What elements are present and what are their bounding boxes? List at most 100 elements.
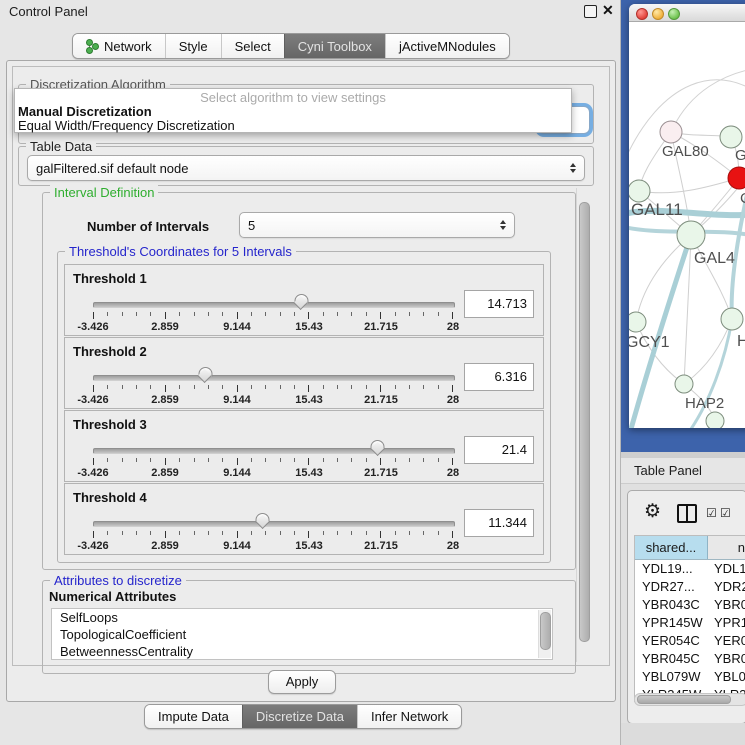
numerical-attributes-label: Numerical Attributes	[49, 589, 176, 604]
slider-track[interactable]	[93, 375, 455, 381]
threshold-3-label: Threshold 3	[73, 417, 147, 432]
slider-ticks	[93, 531, 453, 539]
float-window-icon[interactable]	[584, 5, 597, 18]
threshold-4-label: Threshold 4	[73, 490, 147, 505]
tab-jactivemnodules[interactable]: jActiveMNodules	[385, 34, 509, 58]
list-item-selfloops[interactable]: SelfLoops	[52, 609, 552, 626]
slider-tick-labels: -3.4262.8599.14415.4321.71528	[93, 467, 453, 479]
split-pane-icon[interactable]	[677, 504, 697, 523]
slider-track[interactable]	[93, 448, 455, 454]
node-h[interactable]	[721, 308, 743, 330]
slider-thumb[interactable]	[293, 294, 308, 311]
column-header-name[interactable]: n	[708, 536, 745, 559]
interval-definition-group: Interval Definition Number of Intervals …	[42, 192, 576, 570]
list-item-betweennesscentrality[interactable]: BetweennessCentrality	[52, 643, 552, 660]
close-icon[interactable]: ✕	[602, 2, 614, 19]
threshold-4-value-field[interactable]: 11.344	[464, 509, 534, 537]
slider-track[interactable]	[93, 521, 455, 527]
table-row[interactable]: YPR145WYPR1	[635, 614, 745, 632]
threshold-4-slider[interactable]: -3.4262.8599.14415.4321.71528	[93, 512, 453, 552]
node-gal11[interactable]	[629, 180, 650, 202]
number-of-intervals-combobox[interactable]: 5	[239, 212, 515, 238]
table-row[interactable]: YBL079WYBL0	[635, 668, 745, 686]
attributes-group: Attributes to discretize Numerical Attri…	[42, 580, 576, 674]
table-row[interactable]: YER054CYER0	[635, 632, 745, 650]
table-row[interactable]: YDL19...YDL1	[635, 560, 745, 578]
apply-button[interactable]: Apply	[268, 670, 336, 694]
column-header-shared-name[interactable]: shared...	[635, 536, 708, 559]
slider-track[interactable]	[93, 302, 455, 308]
table-row[interactable]: YBR043CYBR0	[635, 596, 745, 614]
threshold-3-slider[interactable]: -3.4262.8599.14415.4321.71528	[93, 439, 453, 479]
threshold-2-label: Threshold 2	[73, 344, 147, 359]
bottom-tab-bar: Impute Data Discretize Data Infer Networ…	[144, 704, 462, 729]
tab-select[interactable]: Select	[221, 34, 284, 58]
zoom-traffic-light[interactable]	[668, 8, 680, 20]
node-bottom-partial[interactable]	[706, 412, 724, 428]
threshold-2-panel: Threshold 2 -3.4262.8599.14415.4321.7152…	[64, 337, 544, 409]
control-panel-titlebar: Control Panel ✕	[0, 0, 620, 23]
tab-discretize-data[interactable]: Discretize Data	[242, 705, 357, 728]
algorithm-popup-prompt: Select algorithm to view settings	[15, 90, 571, 105]
tab-network[interactable]: Network	[73, 34, 165, 58]
table-header-row: shared... n	[635, 536, 745, 560]
checkbox-icon[interactable]: ☑	[720, 506, 731, 520]
node-gal4[interactable]	[677, 221, 705, 249]
gear-icon[interactable]: ⚙	[644, 500, 661, 523]
algorithm-popup: Select algorithm to view settings Manual…	[14, 88, 572, 133]
combo-arrows-icon	[500, 220, 506, 230]
algorithm-option-manual[interactable]: Manual Discretization	[15, 105, 571, 119]
node-attribute-table: shared... n YDL19...YDL1 YDR27...YDR2 YB…	[634, 535, 745, 702]
slider-tick-labels: -3.4262.8599.14415.4321.71528	[93, 394, 453, 406]
threshold-2-slider[interactable]: -3.4262.8599.14415.4321.71528	[93, 366, 453, 406]
algorithm-option-equal-width[interactable]: Equal Width/Frequency Discretization	[15, 119, 571, 133]
table-data-value: galFiltered.sif default node	[36, 161, 188, 176]
threshold-1-panel: Threshold 1 -3.4262.8599.14415.4321.7152…	[64, 264, 544, 336]
control-panel-window: Control Panel ✕ Network Style Select Cyn…	[0, 0, 621, 745]
checkbox-icon[interactable]: ☑	[706, 506, 717, 520]
table-panel-titlebar: Table Panel	[621, 458, 745, 484]
close-traffic-light[interactable]	[636, 8, 648, 20]
node-pink[interactable]	[660, 121, 682, 143]
tab-style[interactable]: Style	[165, 34, 221, 58]
svg-text:GAL11: GAL11	[631, 200, 683, 219]
table-panel-title: Table Panel	[634, 463, 702, 478]
numerical-attributes-list: SelfLoops TopologicalCoefficient Between…	[51, 608, 553, 660]
table-panel-body: ⚙ ☑ ☑ shared... n YDL19...YDL1 YDR27...Y…	[627, 490, 745, 724]
settings-scrollbar[interactable]	[576, 188, 592, 662]
slider-thumb[interactable]	[370, 440, 385, 457]
network-window: GAL80 G. C GAL11 GAL4 GCY1 H HAP2	[629, 4, 745, 428]
threshold-2-value-field[interactable]: 6.316	[464, 363, 534, 391]
scrollbar-thumb[interactable]	[637, 695, 731, 704]
threshold-1-value-field[interactable]: 14.713	[464, 290, 534, 318]
slider-thumb[interactable]	[255, 513, 270, 530]
threshold-4-panel: Threshold 4 -3.4262.8599.14415.4321.7152…	[64, 483, 544, 555]
list-item-topologicalcoefficient[interactable]: TopologicalCoefficient	[52, 626, 552, 643]
threshold-3-panel: Threshold 3 -3.4262.8599.14415.4321.7152…	[64, 410, 544, 482]
slider-ticks	[93, 458, 453, 466]
tab-impute-data[interactable]: Impute Data	[145, 705, 242, 728]
slider-tick-labels: -3.4262.8599.14415.4321.71528	[93, 321, 453, 333]
scrollbar-thumb[interactable]	[579, 202, 590, 642]
table-horizontal-scrollbar[interactable]	[634, 693, 745, 706]
tab-cyni-toolbox[interactable]: Cyni Toolbox	[284, 34, 385, 58]
node-hap2[interactable]	[675, 375, 693, 393]
number-of-intervals-value: 5	[248, 218, 255, 233]
attributes-scrollbar[interactable]	[538, 610, 551, 658]
slider-ticks	[93, 385, 453, 393]
slider-tick-labels: -3.4262.8599.14415.4321.71528	[93, 540, 453, 552]
network-window-titlebar[interactable]	[629, 4, 745, 22]
minimize-traffic-light[interactable]	[652, 8, 664, 20]
table-row[interactable]: YDR27...YDR2	[635, 578, 745, 596]
slider-thumb[interactable]	[197, 367, 212, 384]
node-red[interactable]	[728, 167, 745, 189]
node-gcy1[interactable]	[629, 312, 646, 332]
table-row[interactable]: YBR045CYBR0	[635, 650, 745, 668]
network-canvas[interactable]: GAL80 G. C GAL11 GAL4 GCY1 H HAP2	[629, 22, 745, 428]
threshold-1-slider[interactable]: -3.4262.8599.14415.4321.71528	[93, 293, 453, 333]
threshold-3-value-field[interactable]: 21.4	[464, 436, 534, 464]
table-data-combobox[interactable]: galFiltered.sif default node	[27, 155, 585, 181]
node-green-top-right[interactable]	[720, 126, 742, 148]
svg-text:GCY1: GCY1	[629, 334, 670, 351]
tab-infer-network[interactable]: Infer Network	[357, 705, 461, 728]
